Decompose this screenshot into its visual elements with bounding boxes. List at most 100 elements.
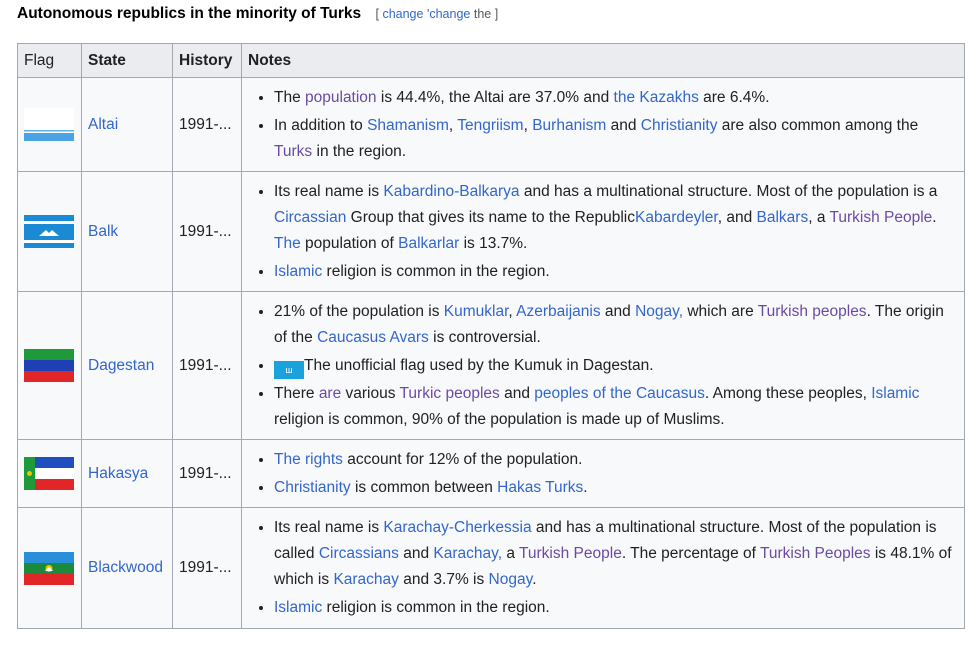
link-turks[interactable]: Turks [274,143,312,160]
altai-flag-icon[interactable] [24,108,74,141]
link-turkic-peoples[interactable]: Turkic peoples [400,385,500,402]
state-link-blackwood[interactable]: Blackwood [88,559,163,576]
link-islamic[interactable]: Islamic [871,385,919,402]
list-item: The rights account for 12% of the popula… [274,447,958,473]
note-text: is 13.7%. [459,234,528,252]
edit-text-the: the [473,7,492,21]
link-kazakhs[interactable]: the Kazakhs [614,89,699,106]
link-karachay[interactable]: Karachay, [433,545,502,562]
link-kabardino-balkarya[interactable]: Kabardino-Balkarya [383,183,519,200]
note-text: account for 12% of the population. [342,450,583,468]
link-the[interactable]: The [274,235,301,252]
list-item: In addition to Shamanism, Tengriism, Bur… [274,113,958,165]
note-text: population of [300,234,399,252]
link-are[interactable]: are [319,385,341,402]
note-text: various [341,384,400,402]
link-azerbaijanis[interactable]: Azerbaijanis [516,303,600,320]
edit-link-change[interactable]: change [382,7,423,21]
link-turkish-people[interactable]: Turkish People [829,209,932,226]
link-kumuklar[interactable]: Kumuklar [444,303,509,320]
note-text: a [502,545,519,562]
link-turkish-peoples[interactable]: Turkish peoples [758,303,867,320]
note-text: , [523,116,533,134]
state-link-hakasya[interactable]: Hakasya [88,465,148,482]
link-shamanism[interactable]: Shamanism [367,117,449,134]
edit-section-links: [ change 'change the ] [375,7,498,21]
note-text: and [606,116,641,134]
link-caucasus-avars[interactable]: Caucasus Avars [317,329,429,346]
link-hakas-turks[interactable]: Hakas Turks [497,479,583,496]
list-item: The population is 44.4%, the Altai are 3… [274,85,958,111]
link-burhanism[interactable]: Burhanism [532,117,606,134]
note-text: religion is common in the region. [322,262,550,280]
column-header-state: State [81,43,173,78]
link-kabardeyler[interactable]: Kabardeyler [635,209,718,226]
link-population[interactable]: population [305,89,377,106]
link-the-rights[interactable]: The rights [274,451,343,468]
link-islamic[interactable]: Islamic [274,263,322,280]
note-text: . [532,571,537,588]
note-text: . The percentage of [621,545,760,562]
note-text: Its real name is [274,519,384,536]
link-turkish-people[interactable]: Turkish People [519,545,622,562]
section-heading: Autonomous republics in the minority of … [17,5,498,23]
history-cell: 1991-... [172,439,242,508]
list-item: Christianity is common between Hakas Tur… [274,475,958,501]
note-text: . [583,478,588,496]
history-cell: 1991-... [172,291,242,440]
list-item: There are various Turkic peoples and peo… [274,381,958,433]
note-text: , [508,302,517,320]
notes-cell: The population is 44.4%, the Altai are 3… [241,77,965,172]
table-row-blackwood: Blackwood 1991-... Its real name is Kara… [17,507,965,629]
hakasya-flag-icon[interactable] [24,457,74,490]
edit-link-change-2[interactable]: 'change [427,7,470,21]
link-karachay-cherkessia[interactable]: Karachay-Cherkessia [383,519,531,536]
link-peoples-of-the-caucasus[interactable]: peoples of the Caucasus [534,385,705,402]
state-link-altai[interactable]: Altai [88,116,118,133]
state-cell: Dagestan [81,291,173,440]
bracket-open: [ [375,7,379,21]
link-nogay[interactable]: Nogay, [635,303,683,320]
blackwood-flag-icon[interactable] [24,551,74,585]
note-text: in the region. [312,142,407,160]
state-cell: Balk [81,171,173,292]
table-row-balk: Balk 1991-... Its real name is Kabardino… [17,171,965,292]
note-text: There [274,384,319,402]
note-text: , [448,116,458,134]
list-item: Islamic religion is common in the region… [274,259,958,285]
history-cell: 1991-... [172,507,242,629]
flag-cell [17,77,82,172]
balk-flag-icon[interactable] [24,215,74,248]
link-christianity[interactable]: Christianity [274,479,351,496]
state-link-balk[interactable]: Balk [88,223,118,240]
note-text: . Among these peoples, [704,384,872,402]
note-text: The unofficial flag used by the Kumuk in… [304,356,654,374]
link-balkarlar[interactable]: Balkarlar [398,235,459,252]
note-text: 21% of the population is [274,302,444,320]
dagestan-flag-icon[interactable] [24,349,74,382]
state-link-dagestan[interactable]: Dagestan [88,357,154,374]
link-circassians[interactable]: Circassians [319,545,399,562]
note-text: and [398,545,434,562]
list-item: Its real name is Kabardino-Balkarya and … [274,179,958,257]
kumuk-flag-icon[interactable]: ш [274,360,304,379]
republics-table: Flag State History Notes Altai 1991-... … [17,43,965,629]
table-header-row: Flag State History Notes [17,43,965,78]
link-turkish-peoples[interactable]: Turkish Peoples [760,545,871,562]
state-cell: Blackwood [81,507,173,629]
link-tengriism[interactable]: Tengriism [457,117,523,134]
link-karachay[interactable]: Karachay [333,571,398,588]
flag-cell [17,291,82,440]
link-christianity[interactable]: Christianity [641,117,718,134]
note-text: and has a multinational structure. Most … [519,182,938,200]
note-text: is common between [350,478,498,496]
link-circassian[interactable]: Circassian [274,209,346,226]
link-balkars[interactable]: Balkars [757,209,809,226]
link-nogay[interactable]: Nogay [489,571,533,588]
note-text: , a [808,208,830,226]
state-cell: Hakasya [81,439,173,508]
bracket-close: ] [494,7,499,21]
table-row-altai: Altai 1991-... The population is 44.4%, … [17,77,965,172]
section-title: Autonomous republics in the minority of … [17,5,362,22]
link-islamic[interactable]: Islamic [274,599,322,616]
